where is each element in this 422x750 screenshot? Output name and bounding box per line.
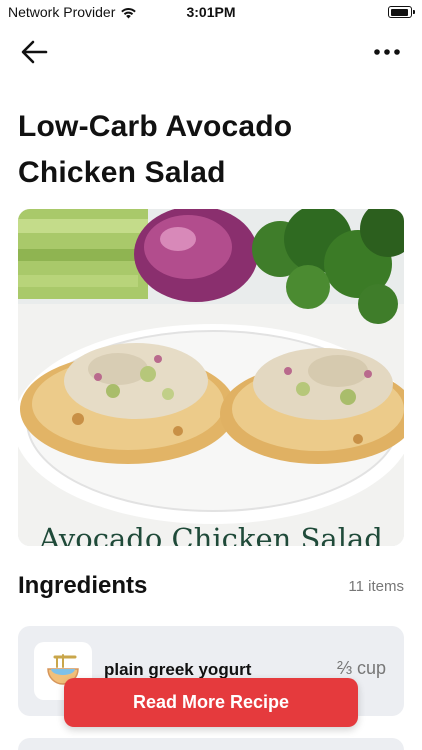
battery-icon [388,6,415,18]
status-bar: Network Provider 3:01PM [0,0,422,24]
recipe-title: Low-Carb Avocado Chicken Salad [18,110,293,189]
ingredients-count: 11 items [348,578,404,595]
ingredient-name: plain greek yogurt [104,660,252,679]
more-options-button[interactable] [372,38,404,66]
status-time: 3:01PM [186,4,236,20]
ingredients-heading: Ingredients [18,572,148,599]
hero-caption: Avocado Chicken Salad [38,522,383,546]
ingredients-header: Ingredients 11 items [18,570,404,602]
ingredient-quantity: ⅔ cup [336,658,386,678]
nav-bar [0,30,422,74]
more-horizontal-icon [374,49,400,55]
read-more-recipe-button[interactable]: Read More Recipe [64,678,358,727]
ingredient-item-partial[interactable] [18,738,404,750]
arrow-left-icon [21,40,48,64]
back-button[interactable] [18,38,52,66]
recipe-hero-image: Avocado Chicken Salad [18,209,404,546]
